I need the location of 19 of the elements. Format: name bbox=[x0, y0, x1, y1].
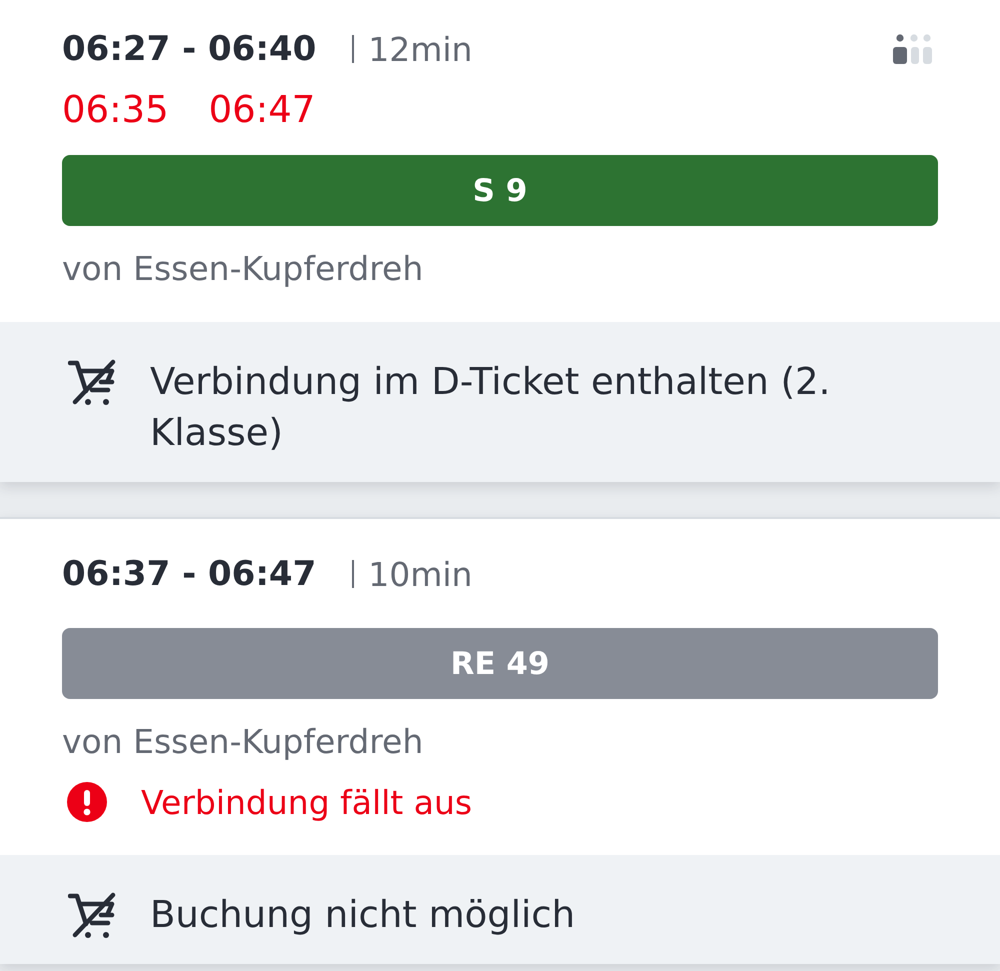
occupancy-icon bbox=[892, 34, 934, 64]
connection-card[interactable]: 06:37 - 06:47 10min RE 49 von Essen-Kupferdreh Verbindung fällt aus Buchung nicht möglich bbox=[0, 517, 1000, 964]
duration-text: 12min bbox=[368, 30, 472, 68]
crossed-out-cart-icon bbox=[68, 358, 116, 406]
realtime-arrival: 06:47 bbox=[208, 88, 316, 130]
notice-text: Verbindung fällt aus bbox=[141, 782, 472, 822]
warning-icon bbox=[67, 782, 107, 822]
ticket-info-text: Buchung nicht möglich bbox=[150, 892, 576, 938]
duration-text: 10min bbox=[368, 554, 472, 594]
train-line-bar: RE 49 bbox=[62, 628, 938, 699]
planned-time: 06:37 - 06:47 bbox=[62, 554, 316, 594]
realtime-departure: 06:35 bbox=[62, 88, 169, 130]
origin-text: von Essen-Kupferdreh bbox=[62, 248, 424, 290]
ticket-info-text: Verbindung im D-Ticket enthalten (2. Klasse) bbox=[150, 359, 832, 456]
connection-card[interactable]: 06:27 - 06:40 12min 06:35 06:47 S 9 von Essen-Kupferdreh Verbindung im D-Ticket enthalten (2. Klasse) bbox=[0, 0, 1000, 482]
train-line-bar: S 9 bbox=[62, 155, 938, 226]
crossed-out-cart-icon bbox=[68, 891, 116, 939]
origin-text: von Essen-Kupferdreh bbox=[62, 721, 424, 763]
planned-time: 06:27 - 06:40 bbox=[62, 29, 316, 69]
